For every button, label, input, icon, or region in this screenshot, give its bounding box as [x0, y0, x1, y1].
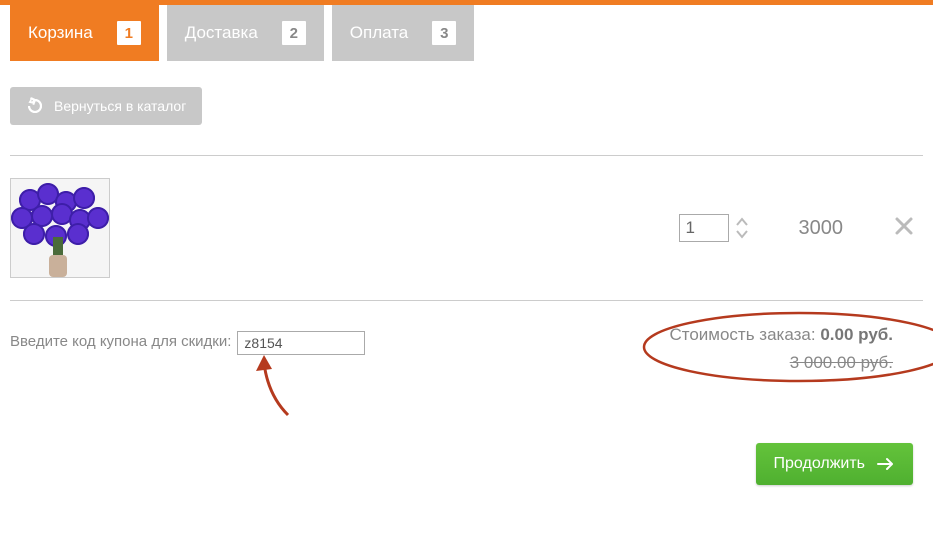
tab-number: 1: [117, 21, 141, 45]
back-to-catalog-button[interactable]: Вернуться в каталог: [10, 87, 202, 125]
total-amount: 0.00 руб.: [820, 325, 893, 344]
tab-number: 2: [282, 21, 306, 45]
tab-label: Корзина: [28, 23, 93, 43]
continue-button[interactable]: Продолжить: [756, 443, 913, 485]
old-price: 3 000.00 руб.: [669, 353, 893, 373]
continue-label: Продолжить: [774, 455, 865, 473]
quantity-input[interactable]: [679, 214, 729, 242]
product-image: [10, 178, 110, 278]
checkout-tabs: Корзина 1 Доставка 2 Оплата 3: [0, 5, 933, 61]
total-label: Стоимость заказа:: [669, 325, 815, 344]
tab-label: Доставка: [185, 23, 258, 43]
coupon-label: Введите код купона для скидки:: [10, 331, 231, 350]
arrow-right-icon: [877, 457, 895, 471]
close-icon: [893, 215, 915, 237]
tab-label: Оплата: [350, 23, 408, 43]
coupon-input[interactable]: [237, 331, 365, 355]
divider: [10, 155, 923, 156]
chevron-down-icon[interactable]: [735, 228, 749, 240]
cart-item-row: 3000: [0, 168, 933, 288]
back-section: Вернуться в каталог: [0, 61, 933, 143]
tab-cart[interactable]: Корзина 1: [10, 5, 159, 61]
chevron-up-icon[interactable]: [735, 216, 749, 228]
order-totals: Стоимость заказа: 0.00 руб. 3 000.00 руб…: [669, 321, 893, 377]
total-line: Стоимость заказа: 0.00 руб.: [669, 325, 893, 345]
quantity-block: [679, 214, 749, 242]
tab-payment[interactable]: Оплата 3: [332, 5, 474, 61]
remove-item-button[interactable]: [893, 215, 915, 242]
quantity-stepper: [735, 216, 749, 240]
continue-row: Продолжить: [0, 403, 933, 535]
tab-delivery[interactable]: Доставка 2: [167, 5, 324, 61]
undo-icon: [26, 97, 44, 115]
tab-number: 3: [432, 21, 456, 45]
divider: [10, 300, 923, 301]
back-button-label: Вернуться в каталог: [54, 98, 186, 114]
item-price: 3000: [799, 217, 844, 240]
